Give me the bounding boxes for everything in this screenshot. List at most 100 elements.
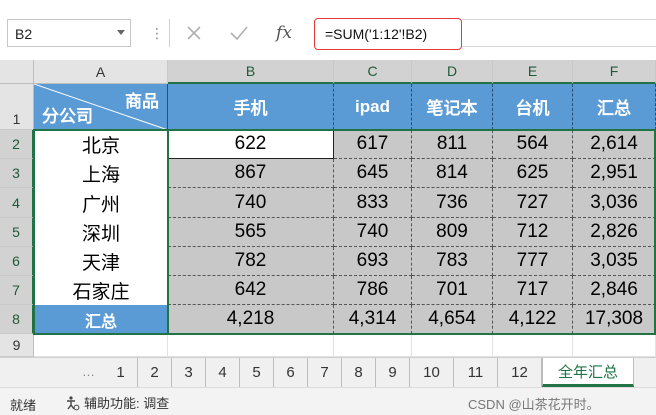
row-label-cell[interactable]: 深圳 [34,218,168,247]
sheet-tab-2[interactable]: 2 [138,358,172,387]
row-label-cell[interactable]: 上海 [34,159,168,188]
data-cell[interactable]: 777 [493,247,573,276]
column-header-d[interactable]: D [412,60,493,84]
status-bar: 就绪 辅助功能: 调查 CSDN @山茶花开时。 [0,387,656,415]
row-header-1[interactable]: 1 [0,84,34,130]
total-cell[interactable]: 4,122 [493,305,573,334]
row-header-6[interactable]: 6 [0,247,34,276]
row-header-4[interactable]: 4 [0,188,34,218]
row-label-cell[interactable]: 北京 [34,130,168,159]
accessibility-icon [67,395,80,410]
data-cell[interactable]: 2,846 [573,276,656,305]
diagonal-header-cell[interactable]: 商品 分公司 [34,84,168,130]
data-cell[interactable]: 727 [493,188,573,218]
data-cell[interactable]: 701 [412,276,493,305]
data-cell[interactable]: 811 [412,130,493,159]
data-cell[interactable]: 740 [334,218,412,247]
sheet-tab-3[interactable]: 3 [172,358,206,387]
data-cell[interactable]: 740 [168,188,334,218]
insert-function-icon[interactable]: fx [270,19,298,47]
header-cell-d1[interactable]: 笔记本 [412,84,493,130]
column-header-b[interactable]: B [168,60,334,84]
sheet-tab-10[interactable]: 10 [410,358,454,387]
data-cell[interactable]: 736 [412,188,493,218]
sheet-tab-annual-summary[interactable]: 全年汇总 [542,358,634,387]
column-header-a[interactable]: A [34,60,168,84]
header-cell-e1[interactable]: 台机 [493,84,573,130]
checkmark-icon[interactable] [228,22,250,44]
total-cell[interactable]: 17,308 [573,305,656,334]
data-cell[interactable]: 693 [334,247,412,276]
data-cell[interactable]: 645 [334,159,412,188]
row-label-cell[interactable]: 天津 [34,247,168,276]
data-cell[interactable]: 642 [168,276,334,305]
formula-text: =SUM('1:12'!B2) [325,26,428,42]
data-cell[interactable]: 782 [168,247,334,276]
data-cell[interactable]: 717 [493,276,573,305]
cancel-icon[interactable] [183,22,205,44]
row-header-2[interactable]: 2 [0,130,34,159]
data-cell[interactable]: 565 [168,218,334,247]
data-cell[interactable]: 617 [334,130,412,159]
row-label-cell[interactable]: 石家庄 [34,276,168,305]
data-cell[interactable]: 833 [334,188,412,218]
row-header-5[interactable]: 5 [0,218,34,247]
tab-scroll-area[interactable]: … [0,358,100,387]
column-header-c[interactable]: C [334,60,412,84]
data-cell[interactable]: 867 [168,159,334,188]
empty-cell[interactable] [34,334,168,357]
empty-cell[interactable] [573,334,656,357]
row-header-8[interactable]: 8 [0,305,34,334]
data-cell[interactable]: 2,614 [573,130,656,159]
data-cell[interactable]: 2,951 [573,159,656,188]
sheet-tab-12[interactable]: 12 [498,358,542,387]
total-cell[interactable]: 4,654 [412,305,493,334]
column-header-f[interactable]: F [573,60,656,84]
total-cell[interactable]: 4,218 [168,305,334,334]
formula-input-area[interactable] [462,19,656,47]
header-product-label: 商品 [125,92,159,111]
sheet-tab-bar: … 1 2 3 4 5 6 7 8 9 10 11 12 全年汇总 [0,357,656,387]
accessibility-button[interactable]: 辅助功能: 调查 [64,393,169,412]
data-cell[interactable]: 809 [412,218,493,247]
sheet-tab-1[interactable]: 1 [104,358,138,387]
formula-input[interactable]: =SUM('1:12'!B2) [314,18,462,50]
sheet-tab-5[interactable]: 5 [240,358,274,387]
data-cell[interactable]: 712 [493,218,573,247]
header-cell-c1[interactable]: ipad [334,84,412,130]
row-header-7[interactable]: 7 [0,276,34,305]
ellipsis-icon[interactable]: … [82,364,95,379]
row-header-9[interactable]: 9 [0,334,34,357]
sheet-tab-6[interactable]: 6 [274,358,308,387]
data-cell[interactable]: 2,826 [573,218,656,247]
divider [169,19,170,47]
row-header-3[interactable]: 3 [0,159,34,188]
sheet-tab-4[interactable]: 4 [206,358,240,387]
empty-cell[interactable] [412,334,493,357]
empty-cell[interactable] [334,334,412,357]
active-cell-b2[interactable]: 622 [168,130,334,159]
sheet-tab-8[interactable]: 8 [342,358,376,387]
data-cell[interactable]: 814 [412,159,493,188]
grip-dots-icon[interactable]: ⋮ [150,25,164,42]
empty-cell[interactable] [493,334,573,357]
data-cell[interactable]: 564 [493,130,573,159]
column-header-e[interactable]: E [493,60,573,84]
total-cell[interactable]: 4,314 [334,305,412,334]
name-box[interactable]: B2 [7,19,131,47]
data-cell[interactable]: 3,036 [573,188,656,218]
total-label-cell[interactable]: 汇总 [34,305,168,334]
select-all-corner[interactable] [0,60,34,84]
data-cell[interactable]: 783 [412,247,493,276]
data-cell[interactable]: 3,035 [573,247,656,276]
sheet-tab-7[interactable]: 7 [308,358,342,387]
data-cell[interactable]: 625 [493,159,573,188]
empty-cell[interactable] [168,334,334,357]
chevron-down-icon[interactable] [117,30,125,35]
header-cell-b1[interactable]: 手机 [168,84,334,130]
sheet-tab-11[interactable]: 11 [454,358,498,387]
row-label-cell[interactable]: 广州 [34,188,168,218]
data-cell[interactable]: 786 [334,276,412,305]
header-cell-f1[interactable]: 汇总 [573,84,656,130]
sheet-tab-9[interactable]: 9 [376,358,410,387]
